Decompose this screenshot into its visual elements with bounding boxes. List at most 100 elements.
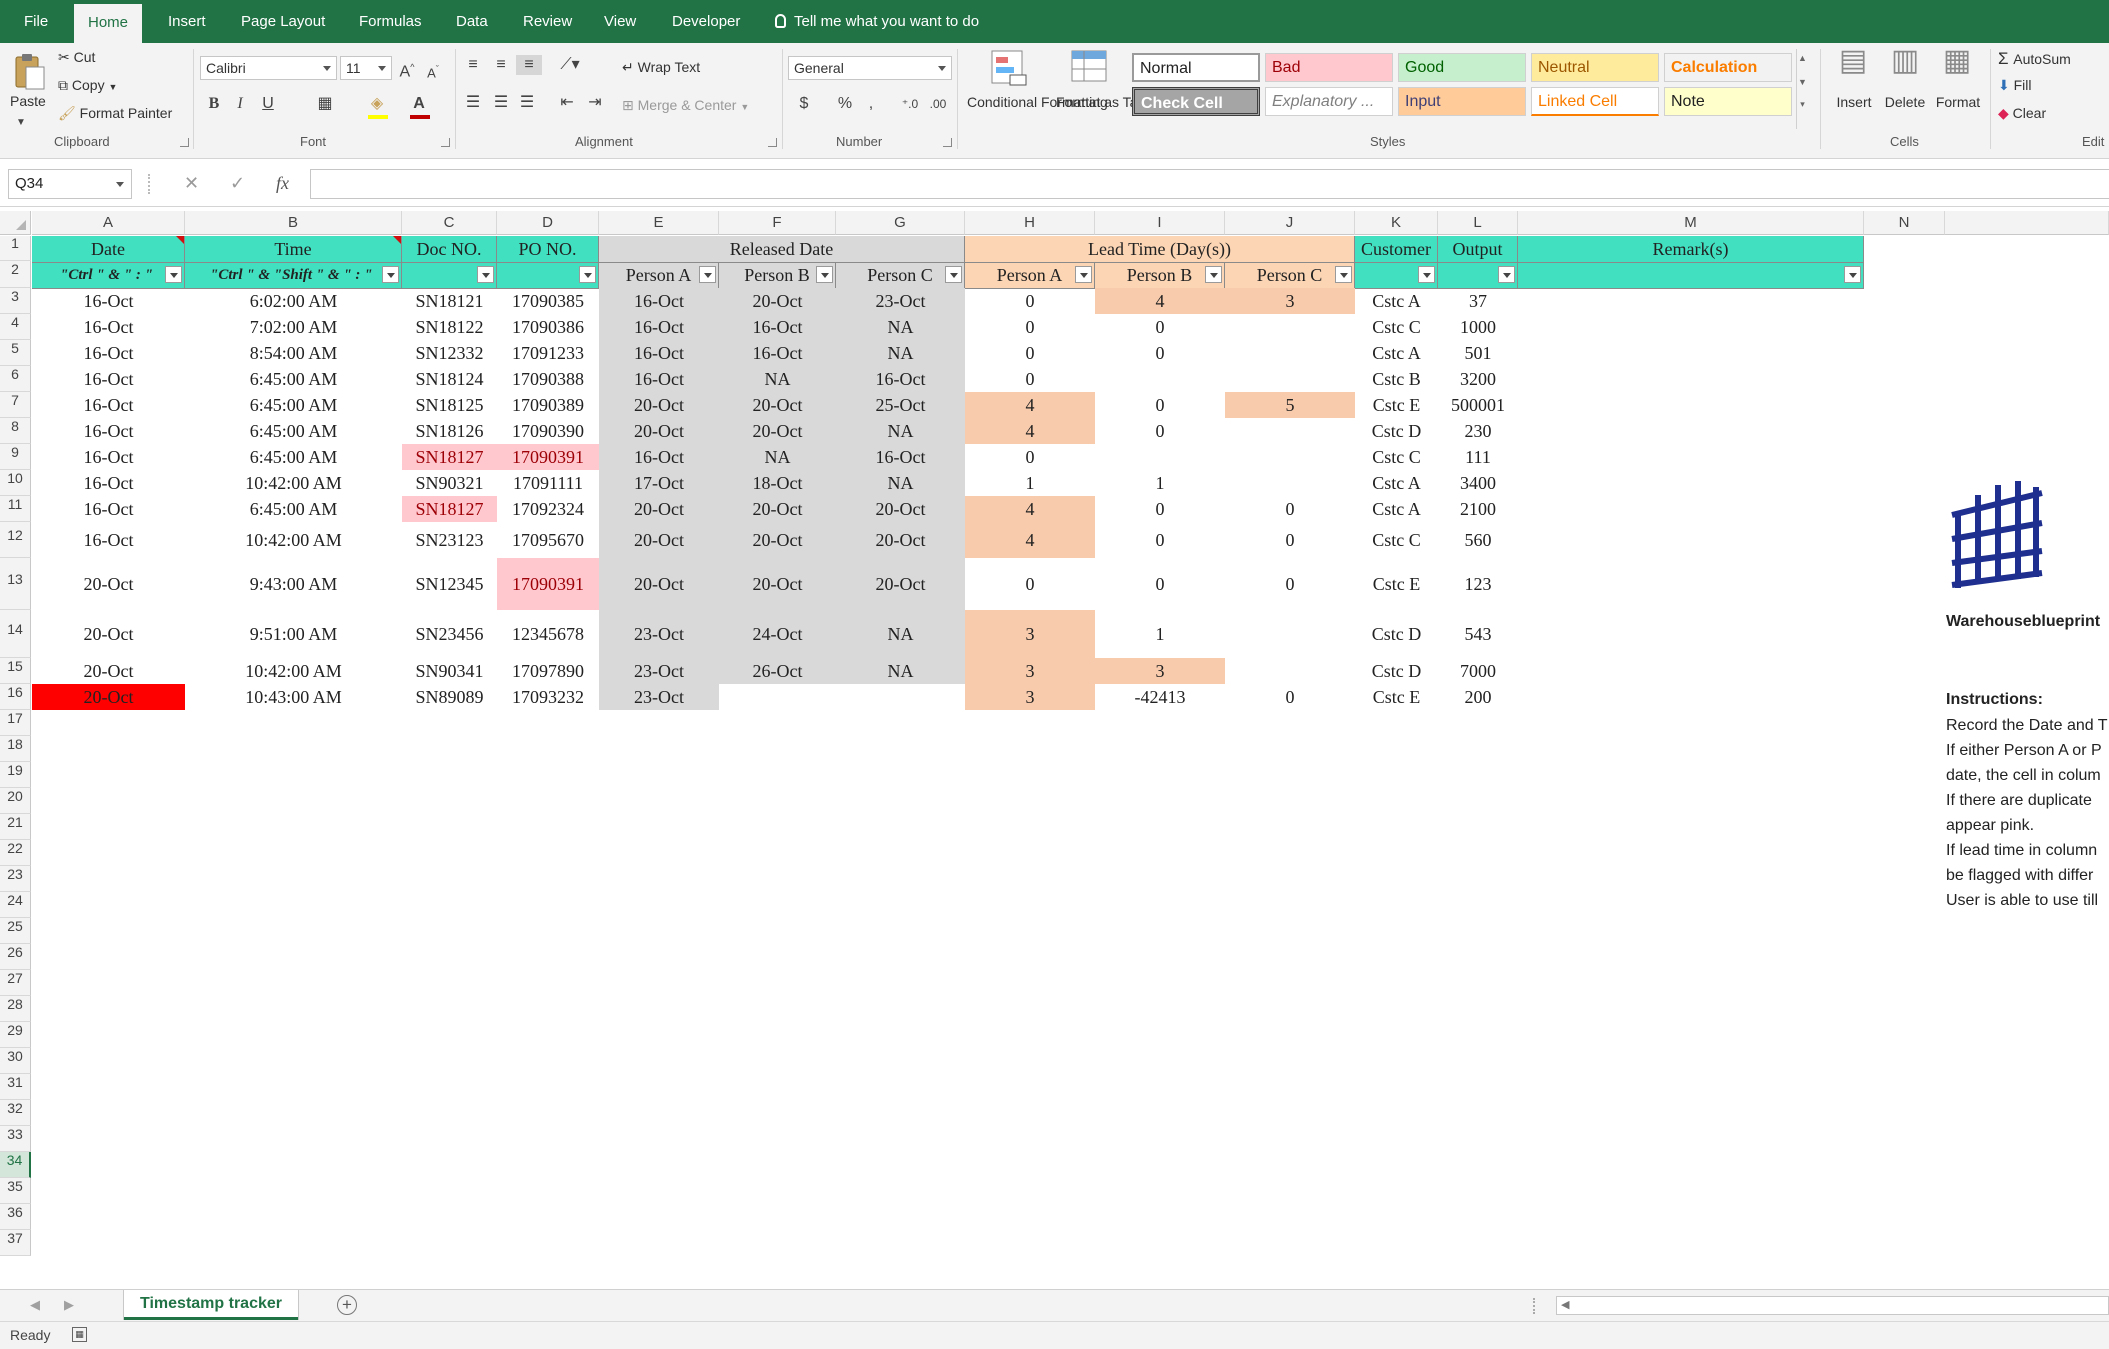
cell-doc-no[interactable]: SN12332 — [402, 340, 497, 366]
bold-button[interactable]: B — [206, 94, 222, 114]
borders-icon[interactable]: ▦ — [314, 94, 336, 114]
cell-released-b[interactable]: 16-Oct — [719, 314, 836, 340]
cell-doc-no[interactable]: SN12345 — [402, 558, 497, 610]
filter-dropdown-icon[interactable] — [1205, 266, 1222, 283]
cell-released-a[interactable]: 20-Oct — [599, 522, 719, 558]
filter-dropdown-icon[interactable] — [1418, 266, 1435, 283]
cell-released-a[interactable]: 20-Oct — [599, 496, 719, 522]
cell-lead-b[interactable]: 3 — [1095, 658, 1225, 684]
cell-output[interactable]: 501 — [1438, 340, 1518, 366]
filter-dropdown-icon[interactable] — [382, 266, 399, 283]
delete-cells-button[interactable]: Delete — [1882, 94, 1928, 111]
cell-released-b[interactable]: 20-Oct — [719, 522, 836, 558]
tab-review[interactable]: Review — [509, 0, 586, 43]
cell-lead-c[interactable] — [1225, 366, 1355, 392]
cell-customer[interactable]: Cstc A — [1355, 470, 1438, 496]
cell-lead-c[interactable]: 5 — [1225, 392, 1355, 418]
cell-output[interactable]: 560 — [1438, 522, 1518, 558]
cell-lead-c[interactable] — [1225, 314, 1355, 340]
align-top-icon[interactable]: ≡ — [462, 55, 484, 75]
cell-po-no[interactable]: 12345678 — [497, 610, 599, 658]
cell-released-b[interactable]: NA — [719, 366, 836, 392]
increase-font-icon[interactable]: A^ — [398, 57, 416, 82]
cell-date[interactable]: 16-Oct — [32, 444, 185, 470]
orientation-icon[interactable]: ⟋▾ — [556, 55, 584, 75]
cell-customer[interactable]: Cstc E — [1355, 558, 1438, 610]
cell-time[interactable]: 8:54:00 AM — [185, 340, 402, 366]
cell-style-good[interactable]: Good — [1398, 53, 1526, 82]
fill-color-icon[interactable]: ◈ — [366, 94, 388, 114]
add-sheet-icon[interactable]: + — [337, 1295, 357, 1315]
cell-lead-a[interactable]: 0 — [965, 444, 1095, 470]
font-launcher-icon[interactable] — [441, 138, 450, 147]
tab-split-handle[interactable] — [1533, 1298, 1536, 1314]
cell-customer[interactable]: Cstc E — [1355, 392, 1438, 418]
column-header-m[interactable]: M — [1518, 211, 1864, 235]
cell-output[interactable]: 1000 — [1438, 314, 1518, 340]
cell-doc-no[interactable]: SN90341 — [402, 658, 497, 684]
cell-date[interactable]: 16-Oct — [32, 314, 185, 340]
released-person-a[interactable]: Person A — [599, 263, 719, 289]
cell-customer[interactable]: Cstc A — [1355, 496, 1438, 522]
cell-output[interactable]: 3200 — [1438, 366, 1518, 392]
number-launcher-icon[interactable] — [943, 138, 952, 147]
increase-decimal-icon[interactable]: ⁺.0 — [898, 94, 922, 114]
cell-lead-c[interactable] — [1225, 444, 1355, 470]
cell-style-note[interactable]: Note — [1664, 87, 1792, 116]
cell-output[interactable]: 123 — [1438, 558, 1518, 610]
cell-lead-a[interactable]: 4 — [965, 418, 1095, 444]
cell-lead-a[interactable]: 4 — [965, 496, 1095, 522]
cell-doc-no[interactable]: SN23123 — [402, 522, 497, 558]
filter-dropdown-icon[interactable] — [579, 266, 596, 283]
doc-no-filter-cell[interactable] — [402, 263, 497, 289]
cell-po-no[interactable]: 17090391 — [497, 444, 599, 470]
cell-released-c[interactable]: 20-Oct — [836, 522, 965, 558]
cell-po-no[interactable]: 17090386 — [497, 314, 599, 340]
cell-lead-b[interactable]: 0 — [1095, 340, 1225, 366]
cell-date[interactable]: 20-Oct — [32, 558, 185, 610]
scroll-sheets-left-icon[interactable]: ◀ — [30, 1297, 40, 1313]
cell-released-c[interactable]: NA — [836, 610, 965, 658]
cell-time[interactable]: 6:45:00 AM — [185, 392, 402, 418]
cell-released-a[interactable]: 20-Oct — [599, 418, 719, 444]
cell-date[interactable]: 20-Oct — [32, 684, 185, 710]
cell-style-bad[interactable]: Bad — [1265, 53, 1393, 82]
fill-button[interactable]: ⬇ Fill — [1998, 77, 2032, 94]
cell-doc-no[interactable]: SN18121 — [402, 288, 497, 314]
cell-date[interactable]: 16-Oct — [32, 418, 185, 444]
tab-home[interactable]: Home — [74, 4, 143, 43]
autosum-button[interactable]: Σ AutoSum — [1998, 49, 2071, 69]
filter-dropdown-icon[interactable] — [699, 266, 716, 283]
cell-doc-no[interactable]: SN89089 — [402, 684, 497, 710]
cell-doc-no[interactable]: SN18124 — [402, 366, 497, 392]
released-person-b[interactable]: Person B — [719, 263, 836, 289]
align-left-icon[interactable]: ☰ — [462, 93, 484, 113]
cell-customer[interactable]: Cstc C — [1355, 314, 1438, 340]
decrease-font-icon[interactable]: Aˇ — [424, 59, 442, 83]
cell-lead-c[interactable]: 0 — [1225, 522, 1355, 558]
cell-time[interactable]: 6:45:00 AM — [185, 366, 402, 392]
cell-lead-a[interactable]: 0 — [965, 288, 1095, 314]
cell-time[interactable]: 6:45:00 AM — [185, 418, 402, 444]
filter-dropdown-icon[interactable] — [1844, 266, 1861, 283]
clear-button[interactable]: ◆ Clear — [1998, 105, 2046, 122]
lead-person-a[interactable]: Person A — [965, 263, 1095, 289]
cell-po-no[interactable]: 17093232 — [497, 684, 599, 710]
column-header-k[interactable]: K — [1355, 211, 1438, 235]
cell-released-c[interactable]: 20-Oct — [836, 496, 965, 522]
tab-insert[interactable]: Insert — [154, 0, 220, 43]
macro-record-icon[interactable]: ▦ — [72, 1327, 87, 1342]
cell-time[interactable]: 7:02:00 AM — [185, 314, 402, 340]
cell-lead-b[interactable]: 0 — [1095, 522, 1225, 558]
cell-released-b[interactable]: NA — [719, 444, 836, 470]
cell-po-no[interactable]: 17095670 — [497, 522, 599, 558]
cell-style-explanatory[interactable]: Explanatory ... — [1265, 87, 1393, 116]
cell-output[interactable]: 543 — [1438, 610, 1518, 658]
formula-input[interactable] — [310, 169, 2109, 199]
cell-output[interactable]: 500001 — [1438, 392, 1518, 418]
cell-po-no[interactable]: 17091233 — [497, 340, 599, 366]
column-header-n[interactable]: N — [1864, 211, 1945, 235]
cell-lead-b[interactable]: 0 — [1095, 392, 1225, 418]
cell-date[interactable]: 20-Oct — [32, 610, 185, 658]
cell-po-no[interactable]: 17090389 — [497, 392, 599, 418]
